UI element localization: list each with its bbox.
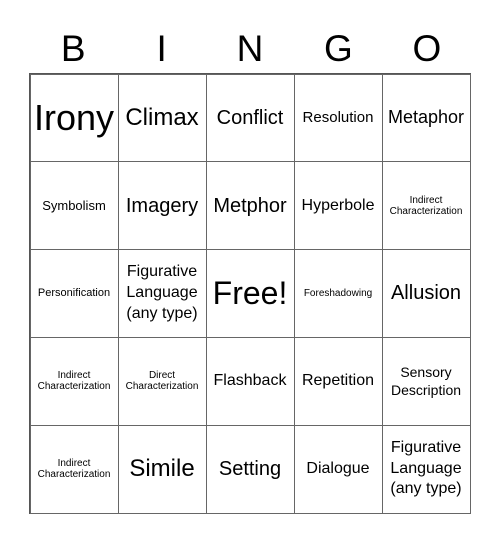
bingo-cell[interactable]: Allusion — [381, 249, 471, 338]
bingo-cell[interactable]: Conflict — [205, 73, 295, 163]
bingo-cell[interactable]: Repetition — [293, 336, 383, 426]
bingo-cell[interactable]: Hyperbole — [293, 161, 383, 251]
bingo-cell[interactable]: Indirect Characterization — [381, 161, 471, 251]
bingo-cell[interactable]: Flashback — [205, 336, 295, 426]
bingo-cell[interactable]: Symbolism — [29, 161, 119, 251]
bingo-cell[interactable]: Imagery — [117, 161, 207, 251]
header-letter-i: I — [156, 28, 167, 69]
bingo-cell[interactable]: Indirect Characterization — [29, 336, 119, 426]
bingo-cell[interactable]: Figurative Language (any type) — [381, 424, 471, 514]
bingo-card: Irony Climax Conflict Resolution Metapho… — [29, 73, 471, 514]
header-letter-n: N — [236, 28, 264, 69]
bingo-cell[interactable]: Irony — [29, 73, 119, 163]
bingo-cell[interactable]: Indirect Characterization — [29, 424, 119, 514]
bingo-cell[interactable]: Metaphor — [381, 73, 471, 163]
bingo-cell[interactable]: Personification — [29, 249, 119, 338]
free-space-cell[interactable]: Free! — [205, 249, 295, 338]
header-letter-g: G — [324, 28, 353, 69]
header-letter-o: O — [412, 28, 442, 69]
bingo-cell[interactable]: Direct Characterization — [117, 336, 207, 426]
bingo-cell[interactable]: Foreshadowing — [293, 249, 383, 338]
bingo-cell[interactable]: Figurative Language (any type) — [117, 249, 207, 338]
bingo-cell[interactable]: Climax — [117, 73, 207, 163]
bingo-cell[interactable]: Simile — [117, 424, 207, 514]
bingo-cell[interactable]: Metphor — [205, 161, 295, 251]
bingo-cell[interactable]: Sensory Description — [381, 336, 471, 426]
bingo-cell[interactable]: Setting — [205, 424, 295, 514]
bingo-header: B I N G O — [29, 26, 471, 72]
bingo-cell[interactable]: Resolution — [293, 73, 383, 163]
header-letter-b: B — [60, 28, 86, 69]
bingo-cell[interactable]: Dialogue — [293, 424, 383, 514]
